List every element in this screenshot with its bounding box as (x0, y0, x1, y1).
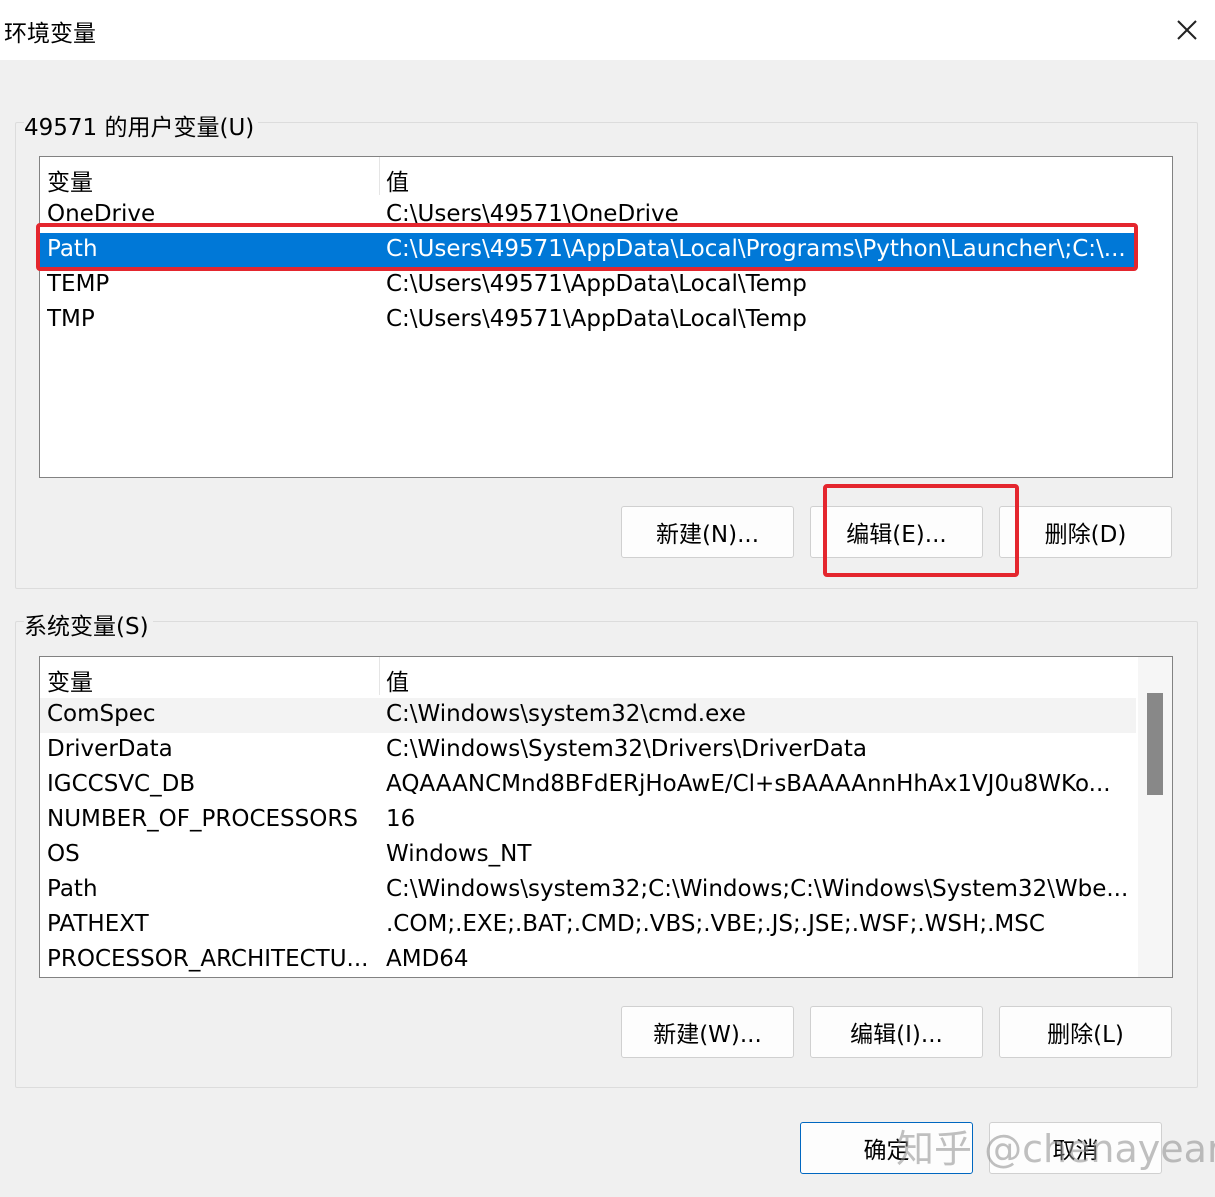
title-bar: 环境变量 (0, 0, 1215, 60)
user-vars-header: 变量 值 (40, 157, 1136, 197)
column-header-value[interactable]: 值 (386, 163, 409, 197)
list-item[interactable]: Path C:\Windows\system32;C:\Windows;C:\W… (40, 873, 1136, 908)
user-edit-button[interactable]: 编辑(E)... (810, 506, 983, 558)
watermark: 知乎 @chenayear (896, 1127, 1215, 1171)
list-item[interactable]: OS Windows_NT (40, 838, 1136, 873)
list-item[interactable]: PROCESSOR_ARCHITECTU... AMD64 (40, 943, 1136, 977)
system-vars-header: 变量 值 (40, 657, 1136, 697)
system-vars-label: 系统变量(S) (24, 607, 153, 641)
list-item[interactable]: OneDrive C:\Users\49571\OneDrive (40, 198, 1136, 233)
close-button[interactable] (1169, 12, 1205, 48)
list-item[interactable]: ComSpec C:\Windows\system32\cmd.exe (40, 698, 1136, 733)
list-item[interactable]: DriverData C:\Windows\System32\Drivers\D… (40, 733, 1136, 768)
column-header-variable[interactable]: 变量 (47, 163, 93, 197)
system-delete-button[interactable]: 删除(L) (999, 1006, 1172, 1058)
user-new-button[interactable]: 新建(N)... (621, 506, 794, 558)
system-edit-button[interactable]: 编辑(I)... (810, 1006, 983, 1058)
system-vars-list[interactable]: 变量 值 ComSpec C:\Windows\system32\cmd.exe… (39, 656, 1173, 978)
user-vars-list[interactable]: 变量 值 OneDrive C:\Users\49571\OneDrive Pa… (39, 156, 1173, 478)
list-item[interactable]: IGCCSVC_DB AQAAANCMnd8BFdERjHoAwE/Cl+sBA… (40, 768, 1136, 803)
close-icon (1177, 20, 1197, 40)
list-item-selected[interactable]: Path C:\Users\49571\AppData\Local\Progra… (40, 233, 1136, 268)
list-item[interactable]: NUMBER_OF_PROCESSORS 16 (40, 803, 1136, 838)
list-item[interactable]: TMP C:\Users\49571\AppData\Local\Temp (40, 303, 1136, 338)
user-vars-label: 49571 的用户变量(U) (24, 108, 259, 142)
column-header-variable[interactable]: 变量 (47, 663, 93, 697)
window-title: 环境变量 (4, 21, 96, 47)
user-delete-button[interactable]: 删除(D) (999, 506, 1172, 558)
column-separator[interactable] (379, 657, 380, 695)
list-item[interactable]: PATHEXT .COM;.EXE;.BAT;.CMD;.VBS;.VBE;.J… (40, 908, 1136, 943)
column-header-value[interactable]: 值 (386, 663, 409, 697)
system-new-button[interactable]: 新建(W)... (621, 1006, 794, 1058)
column-separator[interactable] (379, 157, 380, 195)
list-item[interactable]: TEMP C:\Users\49571\AppData\Local\Temp (40, 268, 1136, 303)
scroll-thumb[interactable] (1147, 693, 1163, 795)
system-vars-scrollbar[interactable] (1138, 657, 1172, 977)
